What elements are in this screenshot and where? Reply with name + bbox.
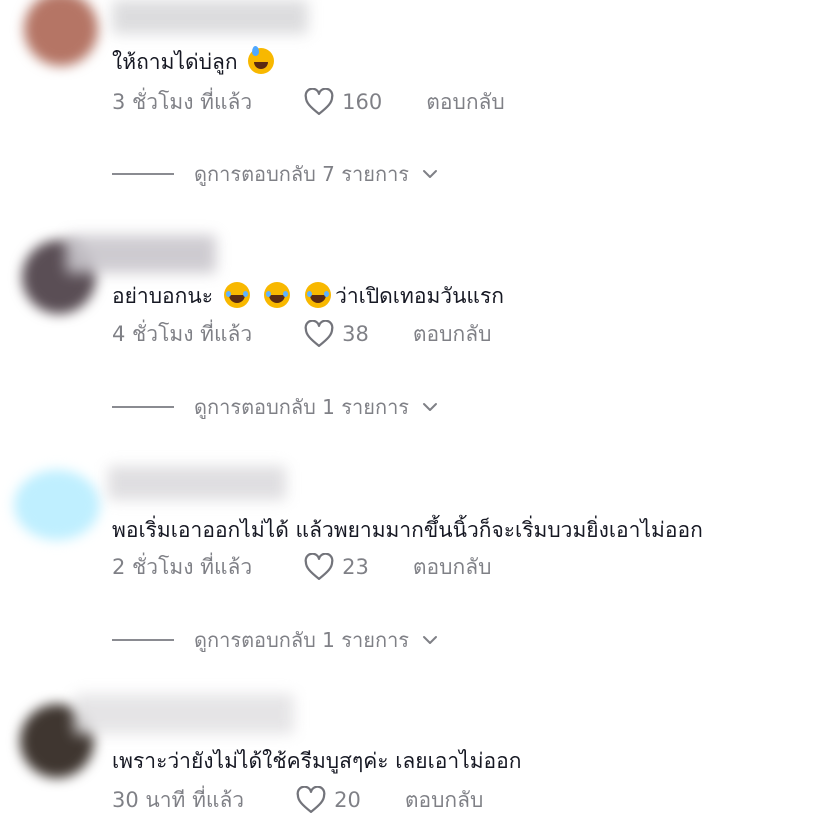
laughing-tears-emoji — [305, 282, 332, 308]
reply-button[interactable]: ตอบกลับ — [405, 784, 484, 817]
view-replies-label: ดูการตอบกลับ 1 รายการ — [194, 628, 410, 652]
sweat-smile-emoji — [248, 46, 275, 74]
like-button[interactable]: 38 — [304, 320, 369, 348]
heart-outline-icon — [304, 88, 334, 115]
comment-text-body: เพราะว่ายังไม่ได้ใช้ครีมบูสๆค่ะ เลยเอาไม… — [112, 749, 522, 773]
like-count: 160 — [342, 90, 383, 114]
laughing-tears-emoji — [223, 282, 250, 308]
timestamp: 30 นาที ที่แล้ว — [112, 787, 245, 812]
comment-meta: 3 ชั่วโมง ที่แล้ว 160 ตอบกลับ — [112, 88, 505, 116]
timestamp: 4 ชั่วโมง ที่แล้ว — [112, 321, 253, 346]
view-replies-button[interactable]: ดูการตอบกลับ 1 รายการ — [112, 393, 439, 421]
timestamp: 3 ชั่วโมง ที่แล้ว — [112, 89, 253, 114]
comment-meta: 2 ชั่วโมง ที่แล้ว 23 ตอบกลับ — [112, 553, 491, 581]
divider-line — [112, 406, 174, 408]
like-count: 38 — [342, 322, 369, 346]
comment-text-body: ให้ถามได่บ่ลูก — [112, 50, 238, 74]
like-button[interactable]: 160 — [304, 88, 382, 116]
view-replies-label: ดูการตอบกลับ 1 รายการ — [194, 395, 410, 419]
reply-button[interactable]: ตอบกลับ — [413, 318, 492, 351]
timestamp: 2 ชั่วโมง ที่แล้ว — [112, 554, 253, 579]
username-redacted[interactable] — [74, 694, 294, 734]
chevron-down-icon — [423, 170, 438, 178]
like-count: 20 — [334, 788, 361, 812]
heart-outline-icon — [304, 553, 334, 580]
heart-outline-icon — [304, 320, 334, 347]
view-replies-button[interactable]: ดูการตอบกลับ 1 รายการ — [112, 626, 439, 654]
chevron-down-icon — [423, 403, 438, 411]
comment-text-body: พอเริ่มเอาออกไม่ได้ แล้วพยามมากขึ้นนิ้วก… — [112, 518, 703, 542]
comment-text: ให้ถามได่บ่ลูก — [112, 46, 278, 76]
like-button[interactable]: 20 — [296, 786, 361, 814]
comment-text-body: ว่าเปิดเทอมวันแรก — [335, 284, 504, 308]
comment-text: เพราะว่ายังไม่ได้ใช้ครีมบูสๆค่ะ เลยเอาไม… — [112, 747, 522, 775]
chevron-down-icon — [423, 636, 438, 644]
username-redacted[interactable] — [112, 0, 308, 34]
username-redacted[interactable] — [66, 235, 216, 273]
heart-outline-icon — [296, 786, 326, 813]
username-redacted[interactable] — [108, 466, 286, 500]
view-replies-label: ดูการตอบกลับ 7 รายการ — [194, 162, 410, 186]
comment-text: พอเริ่มเอาออกไม่ได้ แล้วพยามมากขึ้นนิ้วก… — [112, 516, 703, 544]
avatar[interactable] — [24, 0, 98, 66]
divider-line — [112, 173, 174, 175]
comment-text: อย่าบอกนะ ว่าเปิดเทอมวันแรก — [112, 282, 504, 310]
comment-text-body: อย่าบอกนะ — [112, 284, 214, 308]
reply-button[interactable]: ตอบกลับ — [413, 551, 492, 584]
avatar[interactable] — [14, 470, 100, 540]
laughing-tears-emoji — [264, 282, 291, 308]
divider-line — [112, 639, 174, 641]
comment-meta: 30 นาที ที่แล้ว 20 ตอบกลับ — [112, 786, 483, 814]
comment-meta: 4 ชั่วโมง ที่แล้ว 38 ตอบกลับ — [112, 320, 491, 348]
like-button[interactable]: 23 — [304, 553, 369, 581]
like-count: 23 — [342, 555, 369, 579]
reply-button[interactable]: ตอบกลับ — [426, 86, 505, 119]
view-replies-button[interactable]: ดูการตอบกลับ 7 รายการ — [112, 160, 439, 188]
